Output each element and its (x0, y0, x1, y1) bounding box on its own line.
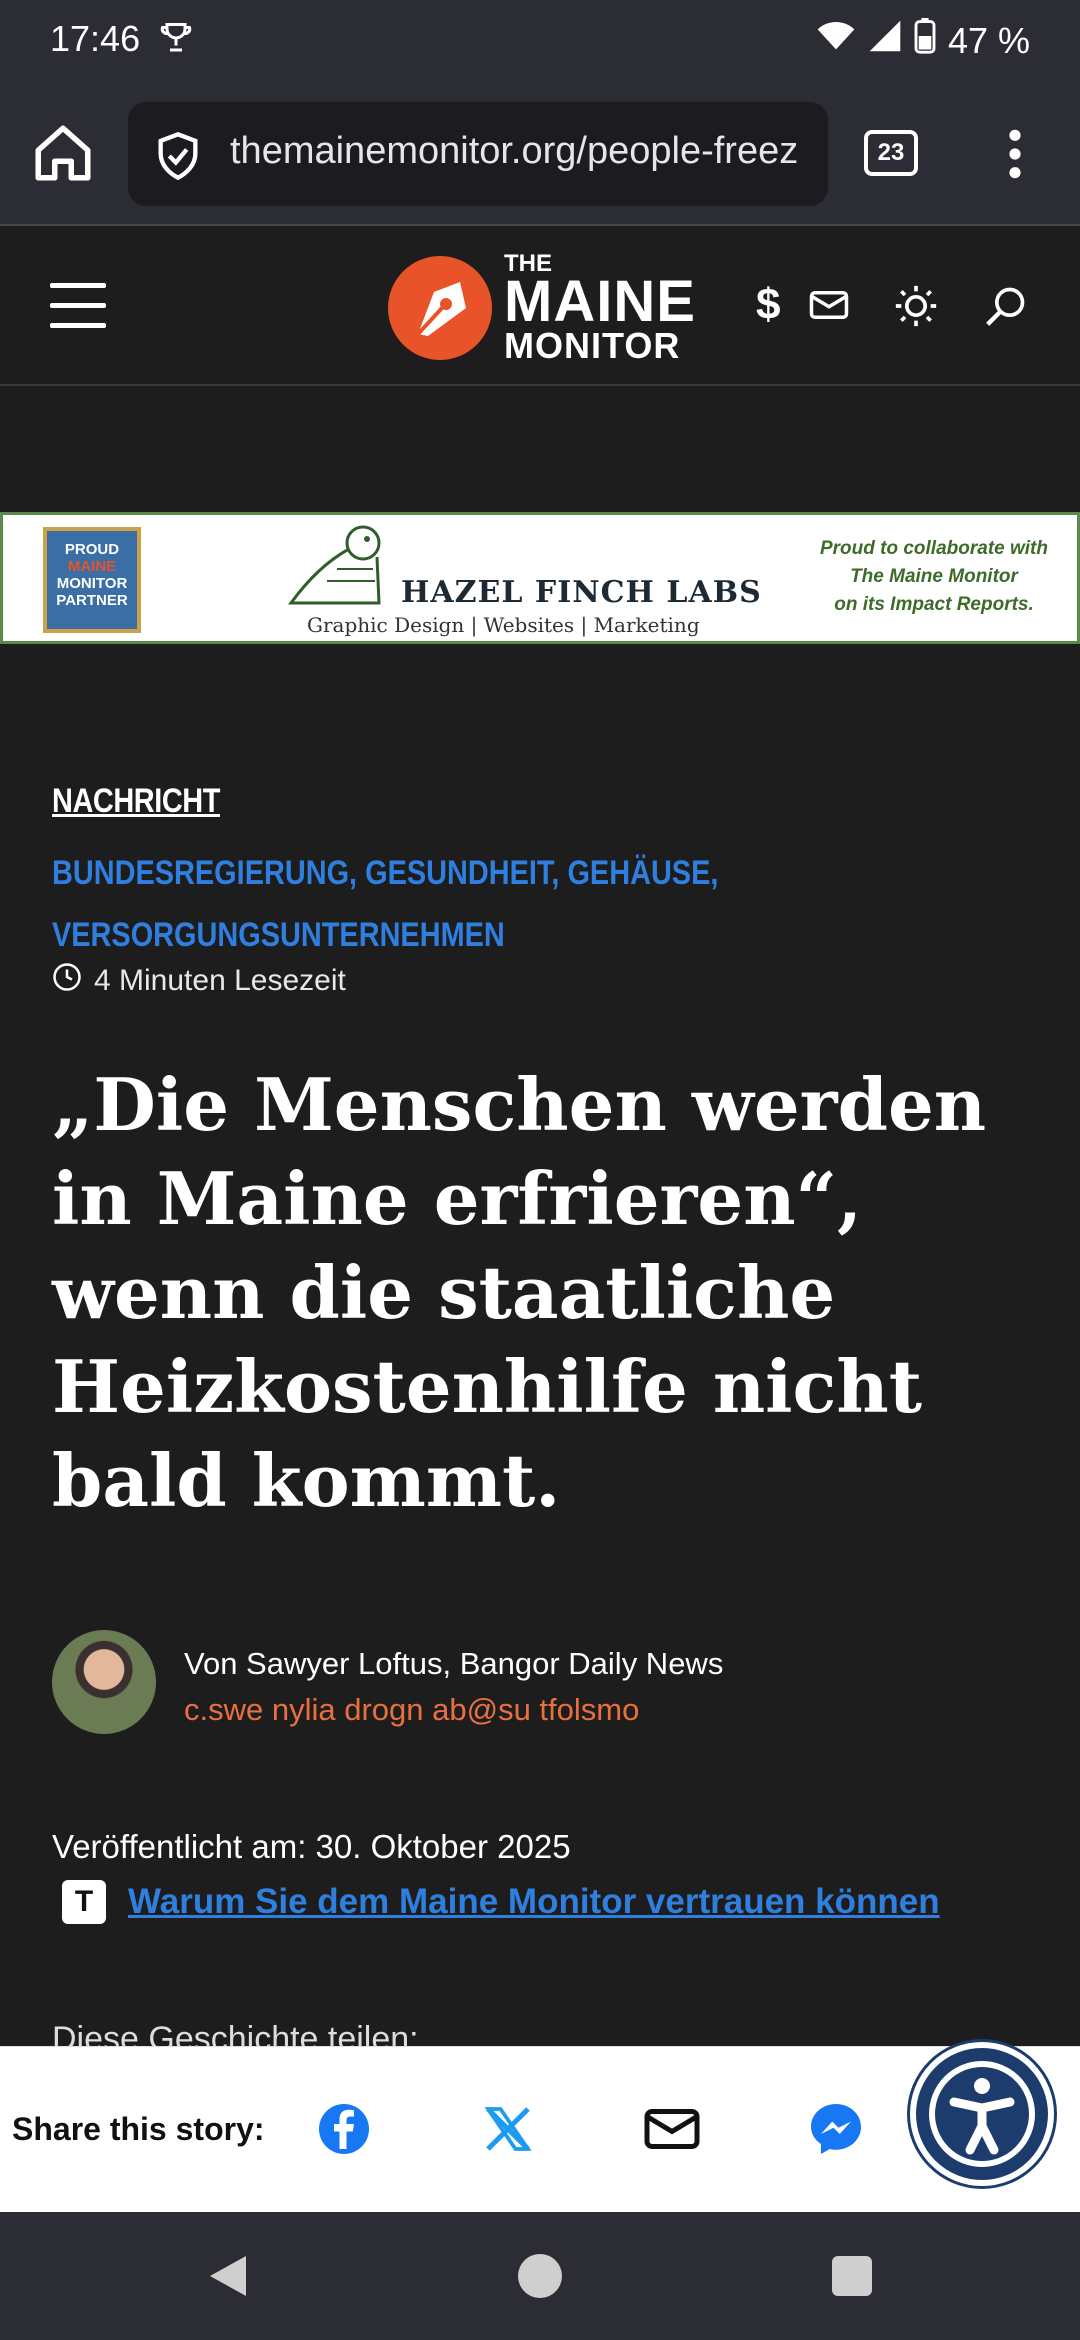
trust-link[interactable]: Warum Sie dem Maine Monitor vertrauen kö… (128, 1882, 940, 1922)
system-nav-bar (0, 2212, 1080, 2340)
hamburger-menu-icon[interactable] (50, 283, 106, 329)
shield-icon[interactable] (152, 130, 204, 187)
ad-services: Graphic Design | Websites | Marketing (307, 613, 700, 637)
share-heading: Diese Geschichte teilen: (52, 2020, 419, 2046)
trophy-icon (158, 20, 194, 61)
site-header: THE MAINE MONITOR $ (0, 228, 1080, 386)
browser-toolbar: themainemonitor.org/people-freez 23 (0, 80, 1080, 226)
logo-monitor: MONITOR (504, 325, 681, 366)
published-date: Veröffentlicht am: 30. Oktober 2025 (52, 1828, 571, 1865)
author-avatar[interactable] (52, 1630, 156, 1734)
pen-nib-logo-icon (388, 256, 492, 360)
more-menu-icon[interactable] (1000, 126, 1030, 182)
author-email[interactable]: c.swe nylia drogn ab@su tfolsmo (184, 1692, 639, 1728)
article-categories[interactable]: BUNDESREGIERUNG, GESUNDHEIT, GEHÄUSE, VE… (52, 842, 732, 966)
trust-icon: T (62, 1880, 106, 1924)
accessibility-icon[interactable] (910, 2042, 1054, 2186)
x-twitter-icon[interactable] (478, 2099, 538, 2159)
url-text[interactable]: themainemonitor.org/people-freez (230, 130, 798, 173)
status-time: 17:46 (50, 18, 141, 59)
site-logo[interactable]: THE MAINE MONITOR (388, 252, 696, 364)
wifi-icon (816, 19, 856, 62)
author-name: Von Sawyer Loftus, Bangor Daily News (184, 1646, 724, 1681)
ad-banner[interactable]: PROUD MAINE MONITOR PARTNER HAZEL FINCH … (0, 512, 1080, 644)
mail-icon[interactable] (808, 284, 850, 331)
recent-apps-icon[interactable] (832, 2256, 872, 2296)
article-headline: „Die Menschen werden in Maine erfrieren“… (52, 1062, 987, 1523)
categories-line-1[interactable]: BUNDESREGIERUNG, GESUNDHEIT, GEHÄUSE, (52, 842, 732, 904)
url-bar[interactable]: themainemonitor.org/people-freez (128, 102, 828, 206)
read-time-text: 4 Minuten Lesezeit (94, 964, 346, 997)
back-icon[interactable] (206, 2252, 250, 2305)
status-bar: 17:46 47 % (0, 0, 1080, 80)
ad-company-name: HAZEL FINCH LABS (401, 575, 762, 610)
trust-row: T Warum Sie dem Maine Monitor vertrauen … (62, 1880, 940, 1924)
home-nav-icon[interactable] (518, 2254, 562, 2298)
home-icon[interactable] (30, 120, 96, 186)
battery-percent: 47 % (947, 19, 1030, 61)
finch-bird-icon (287, 521, 397, 612)
logo-maine: MAINE (504, 269, 696, 334)
messenger-icon[interactable] (806, 2099, 866, 2159)
search-icon[interactable] (984, 284, 1028, 333)
theme-toggle-sun-icon[interactable] (894, 284, 938, 333)
categories-line-2[interactable]: VERSORGUNGSUNTERNEHMEN (52, 904, 732, 966)
signal-icon (868, 19, 902, 62)
ad-tagline: Proud to collaborate with The Maine Moni… (819, 538, 1048, 615)
email-share-icon[interactable] (642, 2099, 702, 2159)
read-time: 4 Minuten Lesezeit (52, 962, 346, 1000)
tab-counter-button[interactable]: 23 (864, 130, 918, 176)
donate-dollar-icon[interactable]: $ (756, 280, 780, 330)
article-kicker[interactable]: NACHRICHT (52, 782, 220, 821)
battery-icon (914, 18, 936, 63)
facebook-icon[interactable] (314, 2099, 374, 2159)
share-label: Share this story: (12, 2111, 265, 2147)
clock-icon (52, 962, 82, 1000)
partner-badge: PROUD MAINE MONITOR PARTNER (43, 527, 141, 633)
